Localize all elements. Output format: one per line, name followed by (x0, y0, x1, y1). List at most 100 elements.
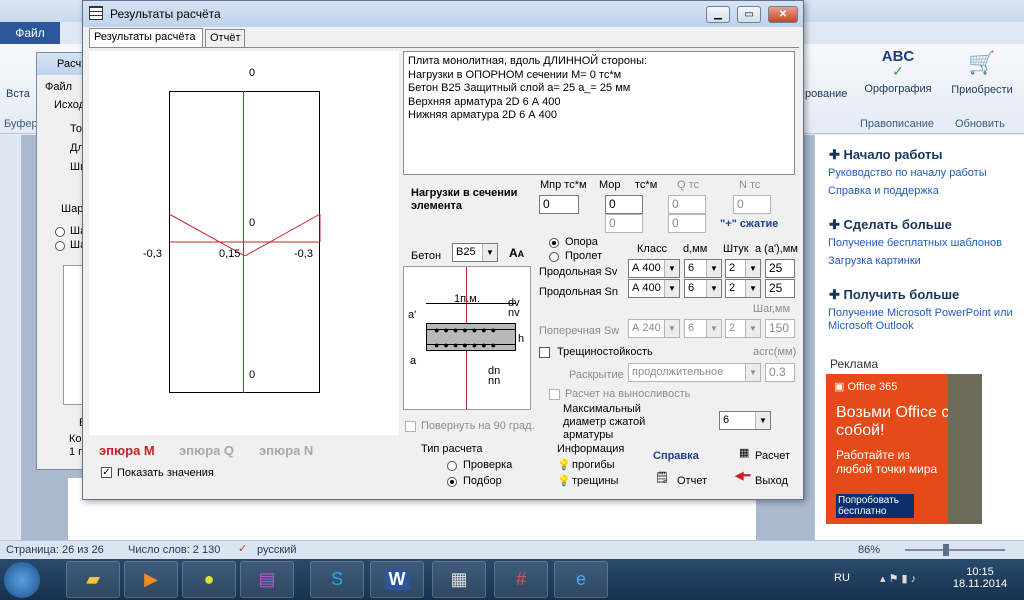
calc-app-taskbar-icon[interactable]: # (494, 561, 548, 598)
language[interactable]: русский (257, 544, 296, 556)
proofing-icon[interactable]: ✓ (238, 542, 247, 555)
report-button[interactable]: Отчет (677, 475, 707, 487)
ie-taskbar-icon[interactable]: e (554, 561, 608, 598)
zoom-thumb[interactable] (943, 544, 949, 556)
clock-time: 10:15 (966, 566, 994, 578)
crack-checkbox[interactable] (539, 347, 550, 358)
sw-count-select[interactable]: 2 ▼ (725, 319, 761, 338)
show-values-label: Показать значения (117, 467, 214, 479)
sv-a-input[interactable]: 25 (765, 259, 795, 278)
word-taskbar-icon[interactable]: W (370, 561, 424, 598)
input-language[interactable]: RU (834, 572, 850, 584)
rotate-checkbox[interactable] (405, 421, 416, 432)
word-file-tab[interactable]: Файл (0, 22, 60, 44)
opening-select[interactable]: продолжительное ▼ (628, 363, 761, 382)
bg-dialog-group: Исход (54, 99, 86, 111)
ad-banner[interactable]: ▣ Office 365 Возьми Office с собой! Рабо… (826, 374, 982, 524)
calc-type-check-radio[interactable] (447, 461, 457, 471)
exit-button[interactable]: Выход (755, 475, 788, 487)
info-deflections[interactable]: прогибы (572, 459, 615, 471)
mop-input-2[interactable]: 0 (605, 214, 643, 233)
report-line: Нагрузки в ОПОРНОМ сечении M= 0 тс*м (408, 68, 622, 81)
link[interactable]: Загрузка картинки (828, 255, 921, 267)
sn-d-select[interactable]: 6 ▼ (684, 279, 722, 298)
maximize-button[interactable]: ▭ (737, 6, 761, 23)
calc-button[interactable]: Расчет (755, 450, 790, 462)
diagram-mode-q[interactable]: эпюра Q (179, 443, 234, 458)
top-rebar-dots: ●●●●●●● (434, 325, 501, 335)
report-textbox[interactable]: Плита монолитная, вдоль ДЛИННОЙ стороны:… (403, 51, 795, 175)
sn-class-select[interactable]: А 400 ▼ (628, 279, 680, 298)
info-cracks[interactable]: трещины (572, 475, 618, 487)
link[interactable]: Справка и поддержка (828, 185, 939, 197)
winrar-taskbar-icon[interactable]: ▤ (240, 561, 294, 598)
spelling-button[interactable]: ABC ✓ Орфография (858, 48, 938, 95)
show-values-checkbox[interactable]: ✓ (101, 467, 112, 478)
rotate-label: Повернуть на 90 град. (421, 420, 535, 432)
q-input-2[interactable]: 0 (668, 214, 706, 233)
diagram-mode-n[interactable]: эпюра N (259, 443, 313, 458)
purchase-button[interactable]: 🛒 Приобрести (942, 48, 1022, 96)
exit-arrow-icon[interactable]: ◀━ (735, 469, 750, 482)
ad-button[interactable]: Попробовать бесплатно (836, 494, 914, 518)
crack-label: Трещиностойкость (557, 346, 653, 358)
close-button[interactable]: ✕ (768, 6, 798, 23)
maxd-select[interactable]: 6 ▼ (719, 411, 771, 430)
sw-d-select[interactable]: 6 ▼ (684, 319, 722, 338)
status-bar: Страница: 26 из 26 Число слов: 2 130 ✓ р… (0, 540, 1024, 559)
sv-d-select[interactable]: 6 ▼ (684, 259, 722, 278)
concrete-select[interactable]: В25 ▼ (452, 243, 498, 262)
clock[interactable]: 10:15 18.11.2014 (950, 566, 1010, 590)
bg-dialog-radio[interactable] (55, 241, 65, 251)
report-line: Плита монолитная, вдоль ДЛИННОЙ стороны: (408, 55, 648, 67)
sn-count-select[interactable]: 2 ▼ (725, 279, 761, 298)
concrete-label: Бетон (411, 250, 442, 262)
calc-type-check-label: Проверка (463, 459, 513, 471)
mpr-input[interactable]: 0 (539, 195, 579, 214)
app-taskbar-icon[interactable]: ▦ (432, 561, 486, 598)
group-update-label: Обновить (955, 118, 1005, 130)
help-button[interactable]: Справка (653, 450, 699, 462)
tab-results[interactable]: Результаты расчёта (89, 28, 203, 48)
support-radio[interactable] (549, 238, 559, 248)
tray-icons[interactable]: ▴ ⚑ ▮ ♪ (880, 572, 916, 585)
n-input[interactable]: 0 (733, 195, 771, 214)
tab-report[interactable]: Отчёт (205, 29, 245, 47)
minimize-button[interactable]: ▁ (706, 6, 730, 23)
results-dialog: Результаты расчёта ▁ ▭ ✕ Результаты расч… (82, 0, 804, 500)
report-line: Нижняя арматура 2D 6 А 400 (408, 109, 558, 121)
font-size-icon[interactable]: AA (509, 246, 524, 260)
sn-a-input[interactable]: 25 (765, 279, 795, 298)
report-icon[interactable]: 🗒 (655, 471, 669, 484)
sw-class-select[interactable]: А 240 ▼ (628, 319, 680, 338)
ad-headline: Возьми Office с собой! (836, 404, 950, 439)
col-count-head: Штук (723, 243, 749, 255)
fatigue-checkbox[interactable] (549, 389, 560, 400)
diagram-mode-m[interactable]: эпюра М (99, 443, 155, 458)
n-label: N тс (739, 179, 761, 191)
skype-taskbar-icon[interactable]: S (310, 561, 364, 598)
sv-class-select[interactable]: А 400 ▼ (628, 259, 680, 278)
zoom-slider[interactable] (905, 549, 1005, 551)
explorer-taskbar-icon[interactable]: ▰ (66, 561, 120, 598)
media-player-taskbar-icon[interactable]: ▶ (124, 561, 178, 598)
link[interactable]: Руководство по началу работы (828, 167, 987, 179)
sv-count-select[interactable]: 2 ▼ (725, 259, 761, 278)
mop-input[interactable]: 0 (605, 195, 643, 214)
link[interactable]: Получение Microsoft PowerPoint или Micro… (828, 307, 1018, 333)
diagram-label-mid: 0 (249, 217, 256, 229)
section-title: ✚ Начало работы (829, 147, 943, 162)
bg-dialog-radio[interactable] (55, 227, 65, 237)
calc-type-select-radio[interactable] (447, 477, 457, 487)
chrome-taskbar-icon[interactable]: ● (182, 561, 236, 598)
calculator-icon[interactable]: ▦ (739, 446, 749, 459)
bg-dialog-menu-file[interactable]: Файл (45, 81, 72, 93)
ribbon-partial-label: рование (805, 88, 848, 100)
span-radio[interactable] (549, 252, 559, 262)
link[interactable]: Получение бесплатных шаблонов (828, 237, 1002, 249)
sw-step-input[interactable]: 150 (765, 319, 795, 338)
mop-unit: тс*м (635, 179, 658, 191)
start-button[interactable] (4, 562, 40, 598)
q-input[interactable]: 0 (668, 195, 706, 214)
acrc-input[interactable]: 0.3 (765, 363, 795, 382)
